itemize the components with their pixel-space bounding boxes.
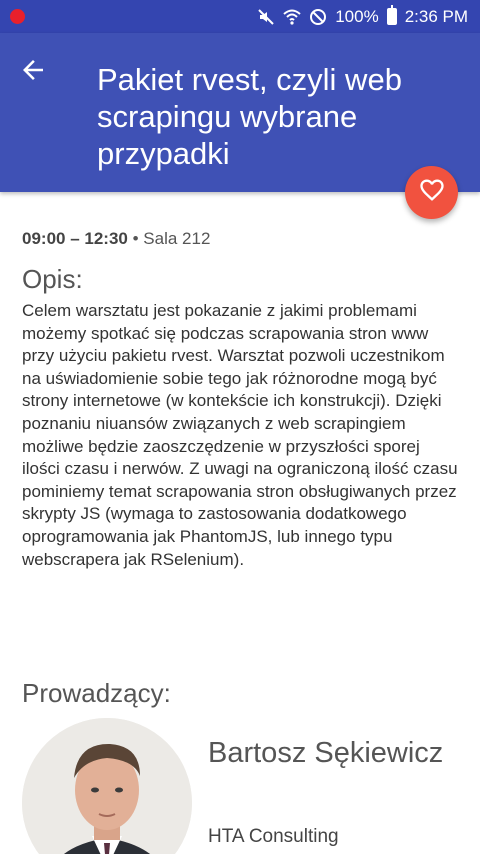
mute-icon — [257, 8, 275, 26]
app-bar: Pakiet rvest, czyli web scrapingu wybran… — [0, 33, 480, 192]
favorite-button[interactable] — [405, 166, 458, 219]
avatar[interactable] — [22, 718, 192, 854]
do-not-disturb-icon — [309, 8, 327, 26]
heart-outline-icon — [418, 176, 446, 209]
speaker-company: HTA Consulting — [208, 826, 339, 847]
session-time-room: 09:00 – 12:30 • Sala 212 — [22, 229, 210, 249]
description-heading: Opis: — [22, 264, 83, 294]
arrow-back-icon[interactable] — [18, 55, 48, 85]
page-title: Pakiet rvest, czyli web scrapingu wybran… — [97, 62, 402, 171]
battery-icon — [386, 5, 397, 25]
speakers-heading: Prowadzący: — [22, 678, 171, 708]
status-time: 2:36 PM — [404, 6, 468, 26]
description-text: Celem warsztatu jest pokazanie z jakimi … — [22, 301, 458, 569]
session-time: 09:00 – 12:30 — [22, 229, 128, 248]
session-room: Sala 212 — [143, 229, 211, 248]
wifi-icon — [283, 8, 301, 26]
battery-percent: 100% — [335, 6, 379, 26]
status-bar: 100% 2:36 PM — [0, 0, 480, 33]
speaker-name[interactable]: Bartosz Sękiewicz — [208, 734, 458, 772]
notification-dot-icon — [10, 9, 25, 24]
separator-dot: • — [127, 229, 144, 248]
